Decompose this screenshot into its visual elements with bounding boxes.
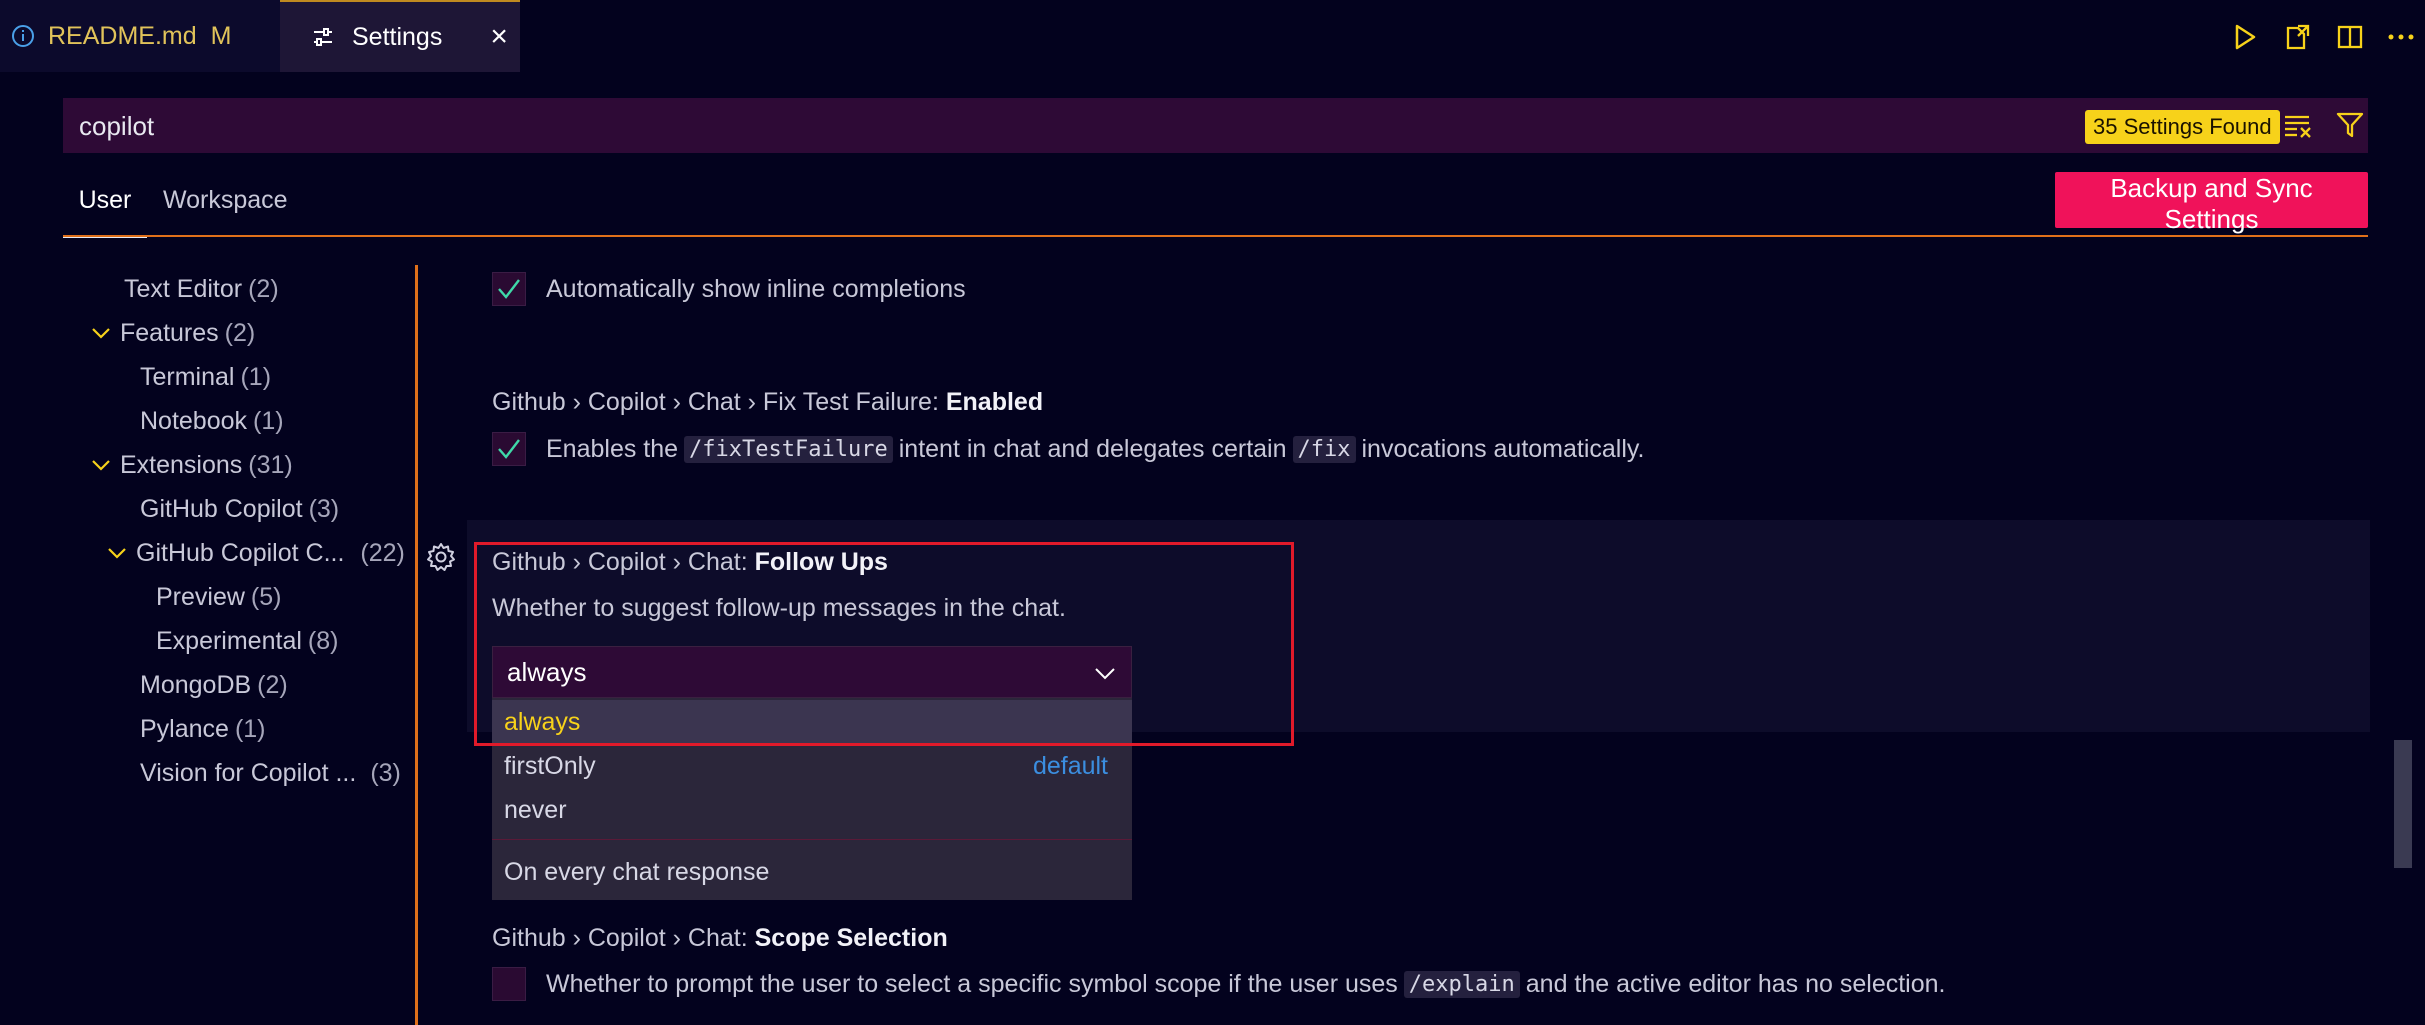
toc-label: GitHub Copilot C... [136,539,345,567]
setting-category: Github › Copilot › Chat: [492,924,755,952]
setting-name: Enabled [945,388,1044,416]
chevron-down-icon [92,328,110,339]
toc-label: Text Editor [124,275,243,303]
setting-name: Scope Selection [754,924,948,952]
toc-item-github-copilot-chat[interactable]: GitHub Copilot C... (22) [106,531,405,575]
toc-item-features[interactable]: Features (2) [90,311,255,355]
chevron-down-icon [108,548,126,559]
toc-label: Features [120,319,219,347]
inline-completions-checkbox[interactable] [492,272,526,306]
toc-item-mongodb[interactable]: MongoDB (2) [140,663,288,707]
toc-count: (2) [248,275,279,303]
clear-filter-icon[interactable] [2283,112,2313,147]
toc-item-terminal[interactable]: Terminal (1) [140,355,271,399]
setting-title-fix-test-failure: Github › Copilot › Chat › Fix Test Failu… [492,388,1043,417]
results-count-badge: 35 Settings Found [2085,110,2280,144]
option-never[interactable]: never [492,788,1132,832]
toc-count: (31) [248,451,293,479]
setting-category: Github › Copilot › Chat › Fix Test Failu… [492,388,946,416]
toc-count: (2) [257,671,288,699]
toc-label: Experimental [156,627,302,655]
toc-count: (3) [370,759,401,787]
setting-title-scope-selection: Github › Copilot › Chat: Scope Selection [492,924,948,953]
inline-code: /explain [1403,970,1520,998]
tab-readme[interactable]: README.md M [0,0,280,72]
toc-label: Preview [156,583,245,611]
backup-sync-button[interactable]: Backup and Sync Settings [2055,172,2368,234]
setting-description: invocations automatically. [1361,434,1645,463]
setting-inline-completions: Automatically show inline completions [492,272,966,306]
open-settings-json-icon[interactable] [2280,20,2314,54]
default-tag: default [1032,752,1108,780]
gear-icon[interactable] [426,542,456,579]
option-first-only[interactable]: firstOnly default [492,744,1132,788]
toc-count: (1) [234,715,266,743]
run-icon[interactable] [2228,20,2262,54]
toc-label: Terminal [140,363,235,391]
scope-selection-checkbox[interactable] [492,967,526,1001]
close-icon[interactable]: × [490,20,508,54]
inline-code: /fix [1292,435,1356,463]
filter-icon[interactable] [2335,110,2365,147]
toc-label: Pylance [140,715,229,743]
search-input[interactable] [77,98,1781,155]
toc-count: (3) [308,495,340,523]
setting-description: intent in chat and delegates certain [898,434,1287,463]
highlight-box [474,542,1294,746]
toc-label: Notebook [140,407,248,435]
toc-label: Extensions [120,451,243,479]
toc-label: MongoDB [140,671,252,699]
toc-count: (2) [224,319,256,347]
tab-workspace[interactable]: Workspace [163,186,288,236]
more-actions-icon[interactable] [2384,20,2418,54]
setting-description: and the active editor has no selection. [1525,969,1946,998]
toc-count: (1) [240,363,272,391]
toc-item-github-copilot[interactable]: GitHub Copilot (3) [140,487,339,531]
option-label: firstOnly [504,752,596,780]
toc-item-experimental[interactable]: Experimental (8) [156,619,338,663]
modified-flag: M [210,21,232,50]
toc-item-pylance[interactable]: Pylance (1) [140,707,266,751]
toc-divider [415,265,418,1025]
settings-sliders-icon [310,24,336,50]
option-description: On every chat response [504,858,770,886]
toc-item-text-editor[interactable]: Text Editor (2) [124,267,279,311]
chevron-down-icon [92,460,110,471]
tab-readme-label: README.md [48,21,197,50]
header-divider [63,235,2368,237]
setting-scope-selection: Whether to prompt the user to select a s… [492,967,1945,1001]
settings-search: 35 Settings Found [63,98,2368,155]
setting-fix-test-failure: Enables the /fixTestFailure intent in ch… [492,432,1645,466]
fix-test-failure-checkbox[interactable] [492,432,526,466]
toc-label: Vision for Copilot ... [140,759,357,787]
toc-item-extensions[interactable]: Extensions (31) [90,443,293,487]
toc-item-vision[interactable]: Vision for Copilot ... (3) [140,751,401,795]
toc-item-preview[interactable]: Preview (5) [156,575,281,619]
setting-description: Automatically show inline completions [546,274,966,303]
toc-label: GitHub Copilot [140,495,303,523]
toc-item-notebook[interactable]: Notebook (1) [140,399,284,443]
toc-count: (5) [250,583,282,611]
toc-count: (8) [307,627,339,655]
tab-settings[interactable]: Settings × [280,0,520,72]
scrollbar-thumb[interactable] [2394,740,2412,868]
tab-user[interactable]: User [63,186,147,238]
split-editor-icon[interactable] [2333,20,2367,54]
toc-count: (22) [360,539,405,567]
inline-code: /fixTestFailure [684,435,893,463]
setting-description: Enables the [546,434,679,463]
setting-description: Whether to prompt the user to select a s… [546,969,1398,998]
toc-count: (1) [253,407,284,435]
tab-settings-label: Settings [352,22,443,51]
dropdown-divider [492,839,1132,840]
info-icon [10,23,36,49]
